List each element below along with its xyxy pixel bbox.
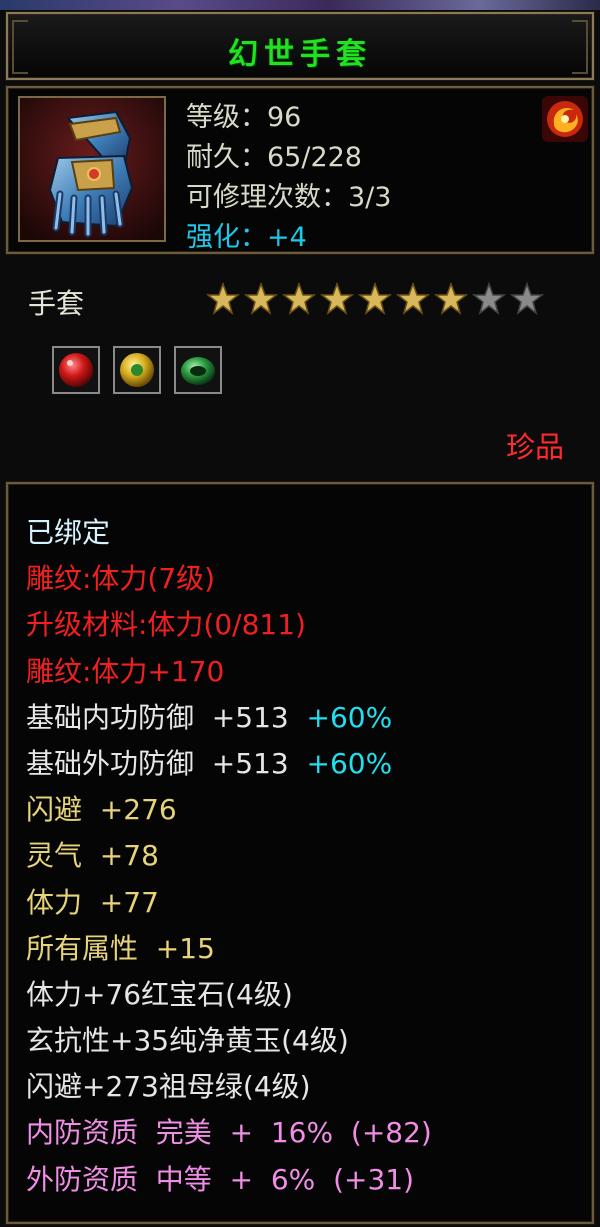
star-filled-icon (396, 282, 430, 315)
stat-line: 体力+76红宝石(4级) (26, 972, 432, 1018)
gem-slots (52, 346, 222, 394)
stat-text: 升级材料:体力(0/811) (26, 608, 306, 642)
stat-line: 已绑定 (26, 510, 432, 556)
star-filled-icon (434, 282, 468, 315)
gem-slot-2[interactable] (113, 346, 161, 394)
stat-text: 外防资质 中等 + 6% (+31) (26, 1162, 415, 1196)
stat-line: 外防资质 中等 + 6% (+31) (26, 1157, 432, 1203)
stat-line: 体力 +77 (26, 880, 432, 926)
top-decoration-strip (0, 0, 600, 10)
fire-swirl-icon (542, 96, 588, 142)
star-filled-icon (244, 282, 278, 315)
item-level: 等级：96 (186, 102, 302, 133)
stat-line: 所有属性 +15 (26, 926, 432, 972)
stat-text: 闪避 +276 (26, 793, 177, 827)
item-info-lines: 等级：96 耐久：65/228 可修理次数：3/3 强化：+4 (186, 98, 391, 258)
star-empty-icon (510, 282, 544, 315)
stat-line: 升级材料:体力(0/811) (26, 602, 432, 648)
stat-bonus-percent: +60% (288, 700, 393, 734)
star-filled-icon (282, 282, 316, 315)
star-rating (206, 282, 544, 316)
item-durability: 耐久：65/228 (186, 142, 362, 173)
item-repair-count: 可修理次数：3/3 (186, 182, 392, 213)
title-bar: 幻世手套 (6, 12, 594, 80)
stat-line: 闪避+273祖母绿(4级) (26, 1064, 432, 1110)
stat-text: 内防资质 完美 + 16% (+82) (26, 1116, 432, 1150)
star-filled-icon (358, 282, 392, 315)
emerald-gem-icon (181, 357, 215, 385)
rarity-label: 珍品 (505, 430, 564, 464)
yellow-jade-gem-icon (120, 353, 154, 387)
stat-line: 雕纹:体力+170 (26, 649, 432, 695)
ruby-gem-icon (59, 353, 93, 387)
item-type: 手套 (28, 287, 85, 320)
gauntlet-icon (18, 96, 166, 242)
stat-line: 灵气 +78 (26, 833, 432, 879)
stats-list: 已绑定雕纹:体力(7级) 升级材料:体力(0/811) 雕纹:体力+170 基础内功防… (26, 510, 432, 1203)
stat-bonus-percent: +60% (288, 746, 393, 780)
gem-slot-1[interactable] (52, 346, 100, 394)
gem-slot-3[interactable] (174, 346, 222, 394)
stat-text: 体力+76红宝石(4级) (26, 977, 293, 1011)
stat-text: 闪避+273祖母绿(4级) (26, 1070, 311, 1104)
star-empty-icon (472, 282, 506, 315)
item-enhance: 强化：+4 (186, 222, 307, 253)
stat-text: 玄抗性+35纯净黄玉(4级) (26, 1024, 349, 1058)
stat-text: 雕纹:体力+170 (26, 654, 225, 688)
stat-line: 闪避 +276 (26, 787, 432, 833)
stat-line: 内防资质 完美 + 16% (+82) (26, 1110, 432, 1156)
stat-line: 基础内功防御 +513 +60% (26, 695, 432, 741)
star-filled-icon (206, 282, 240, 315)
stat-text: 所有属性 +15 (26, 931, 215, 965)
stat-line: 雕纹:体力(7级) (26, 556, 432, 602)
stat-text: 基础内功防御 +513 (26, 700, 289, 734)
star-filled-icon (320, 282, 354, 315)
stat-text: 雕纹:体力(7级) (26, 562, 216, 596)
item-name: 幻世手套 (228, 37, 372, 72)
item-info-panel: 等级：96 耐久：65/228 可修理次数：3/3 强化：+4 (6, 86, 594, 254)
stat-text: 基础外功防御 +513 (26, 746, 289, 780)
stat-line: 基础外功防御 +513 +60% (26, 741, 432, 787)
stat-text: 已绑定 (26, 516, 111, 549)
stat-text: 体力 +77 (26, 885, 159, 919)
stat-text: 灵气 +78 (26, 839, 159, 873)
stat-line: 玄抗性+35纯净黄玉(4级) (26, 1018, 432, 1064)
